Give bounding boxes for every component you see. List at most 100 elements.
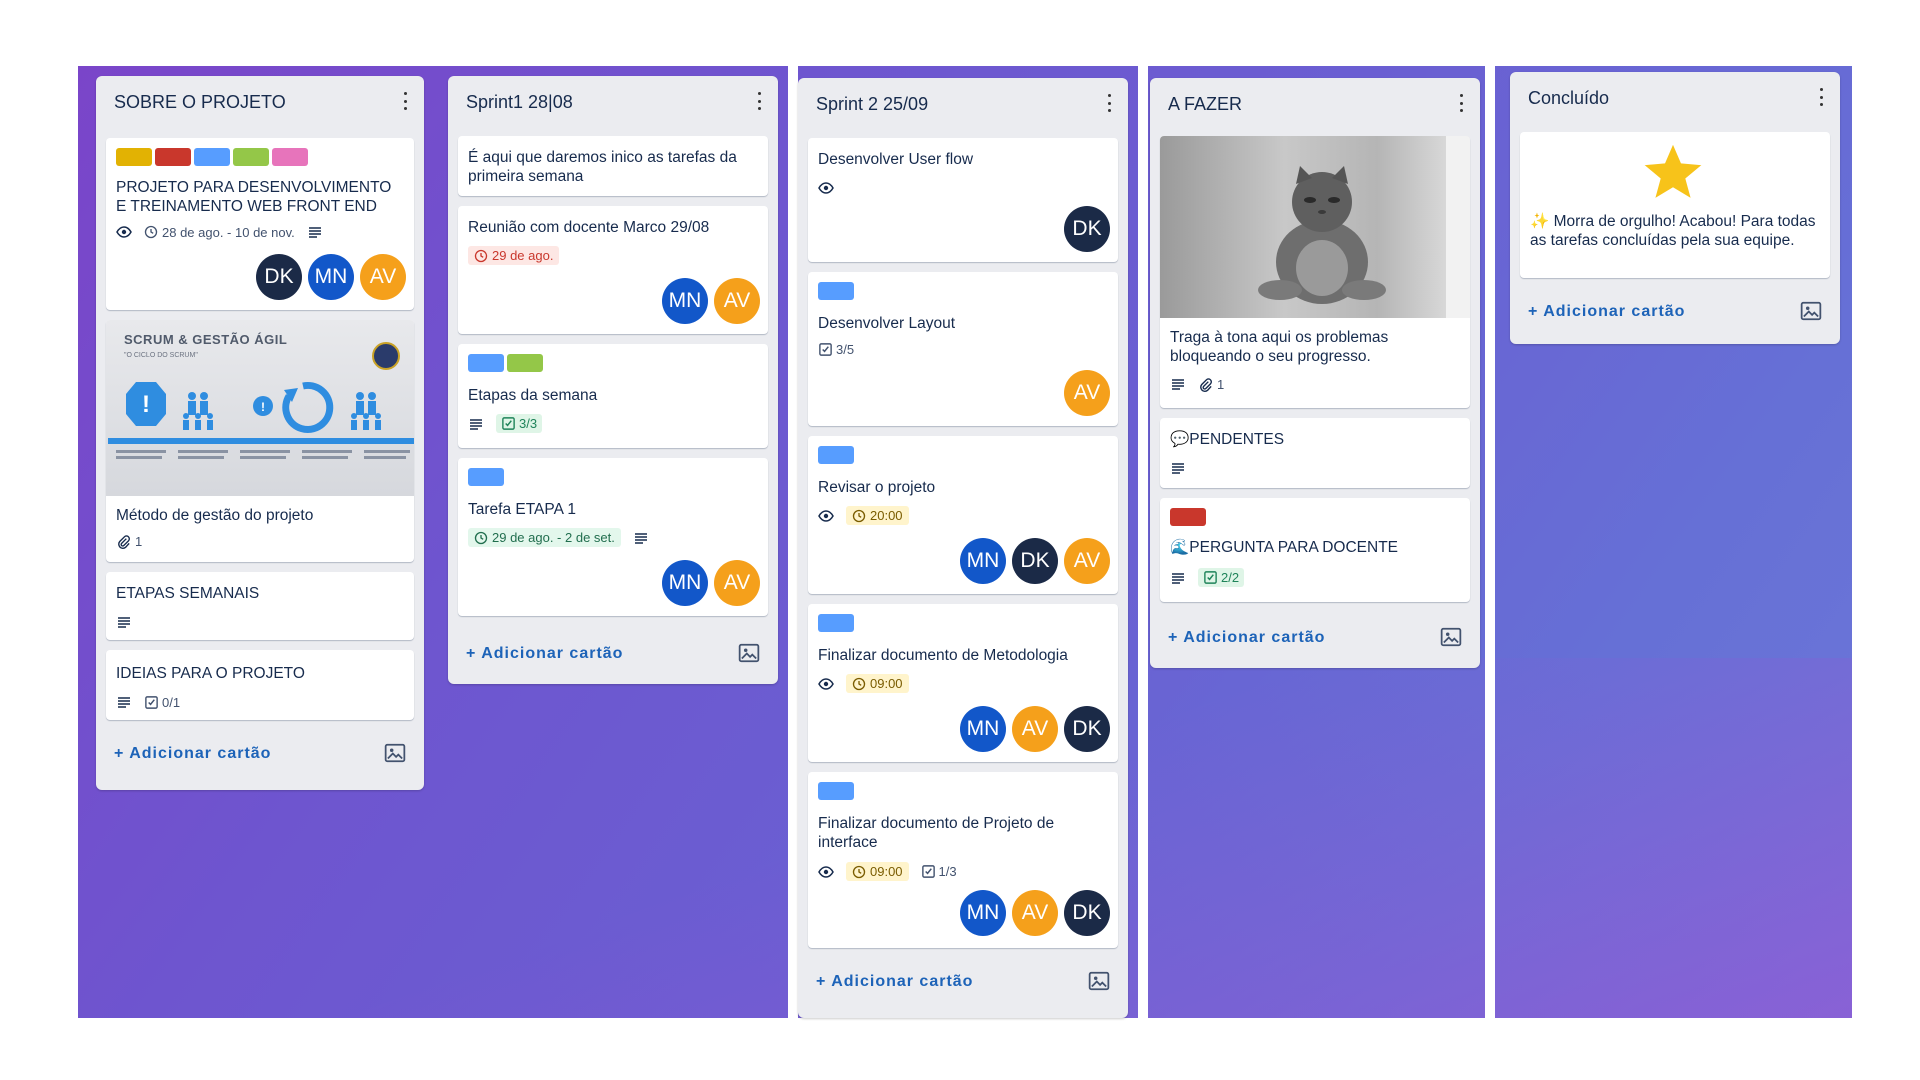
checklist-badge: 1/3 <box>921 864 957 879</box>
avatar[interactable]: AV <box>1012 706 1058 752</box>
list-title[interactable]: Concluído <box>1528 88 1609 109</box>
label-green[interactable] <box>233 148 269 166</box>
label-blue[interactable] <box>818 282 854 300</box>
label-blue[interactable] <box>468 468 504 486</box>
avatar[interactable]: AV <box>714 278 760 324</box>
image-template-icon[interactable] <box>738 642 760 664</box>
description-icon <box>1170 376 1186 392</box>
clock-icon <box>144 225 158 239</box>
card[interactable]: Reunião com docente Marco 29/08 29 de ag… <box>458 206 768 334</box>
due-date-badge[interactable]: 29 de ago. - 2 de set. <box>468 528 621 547</box>
card[interactable]: Etapas da semana 3/3 <box>458 344 768 448</box>
avatar[interactable]: DK <box>256 254 302 300</box>
list-title[interactable]: A FAZER <box>1168 94 1242 115</box>
label-red[interactable] <box>1170 508 1206 526</box>
three-dots-icon[interactable] <box>1814 86 1828 108</box>
avatar[interactable]: MN <box>960 538 1006 584</box>
svg-text:!: ! <box>261 400 265 414</box>
card[interactable]: É aqui que daremos inico as tarefas da p… <box>458 136 768 196</box>
avatar[interactable]: DK <box>1064 706 1110 752</box>
image-template-icon[interactable] <box>1800 300 1822 322</box>
avatar[interactable]: MN <box>308 254 354 300</box>
description-icon <box>1170 570 1186 586</box>
avatar[interactable]: AV <box>1012 890 1058 936</box>
avatar[interactable]: MN <box>960 706 1006 752</box>
card[interactable]: IDEIAS PARA O PROJETO 0/1 <box>106 650 414 720</box>
avatar[interactable]: MN <box>960 890 1006 936</box>
due-date-badge[interactable]: 09:00 <box>846 674 909 693</box>
avatar[interactable]: AV <box>714 560 760 606</box>
card[interactable]: 🌊PERGUNTA PARA DOCENTE 2/2 <box>1160 498 1470 602</box>
label-blue[interactable] <box>468 354 504 372</box>
label-blue[interactable] <box>194 148 230 166</box>
eye-icon <box>818 676 834 692</box>
card-title: Tarefa ETAPA 1 <box>468 501 576 518</box>
list-sobre-o-projeto: SOBRE O PROJETO PROJETO PARA DESENVOLVIM… <box>96 76 424 790</box>
eye-icon <box>818 180 834 196</box>
list-title[interactable]: Sprint1 28|08 <box>466 92 573 113</box>
card[interactable]: Finalizar documento de Projeto de interf… <box>808 772 1118 948</box>
card[interactable]: Finalizar documento de Metodologia 09:00… <box>808 604 1118 762</box>
svg-text:!: ! <box>142 391 150 418</box>
avatar[interactable]: AV <box>1064 538 1110 584</box>
label-pink[interactable] <box>272 148 308 166</box>
card[interactable]: Desenvolver Layout 3/5 AV <box>808 272 1118 426</box>
avatar[interactable]: AV <box>1064 370 1110 416</box>
avatar[interactable]: DK <box>1064 206 1110 252</box>
image-template-icon[interactable] <box>1440 626 1462 648</box>
card-title: Desenvolver User flow <box>818 151 974 168</box>
label-red[interactable] <box>155 148 191 166</box>
description-icon <box>116 694 132 710</box>
list-title[interactable]: SOBRE O PROJETO <box>114 92 286 113</box>
three-dots-icon[interactable] <box>752 90 766 112</box>
card[interactable]: ✨ Morra de orgulho! Acabou! Para todas a… <box>1520 132 1830 278</box>
add-card-button[interactable]: + Adicionar cartão <box>1528 303 1685 321</box>
card[interactable]: Tarefa ETAPA 1 29 de ago. - 2 de set. MN… <box>458 458 768 616</box>
card[interactable]: 💬PENDENTES <box>1160 418 1470 488</box>
avatar[interactable]: DK <box>1012 538 1058 584</box>
add-card-button[interactable]: + Adicionar cartão <box>1168 629 1325 647</box>
checklist-icon <box>501 416 516 431</box>
label-yellow[interactable] <box>116 148 152 166</box>
card-title: Etapas da semana <box>468 387 598 404</box>
card[interactable]: Revisar o projeto 20:00 MN DK AV <box>808 436 1118 594</box>
avatar[interactable]: AV <box>360 254 406 300</box>
due-date-text: 29 de ago. - 2 de set. <box>492 530 615 545</box>
avatar[interactable]: MN <box>662 560 708 606</box>
image-template-icon[interactable] <box>1088 970 1110 992</box>
label-blue[interactable] <box>818 446 854 464</box>
label-green[interactable] <box>507 354 543 372</box>
list-title[interactable]: Sprint 2 25/09 <box>816 94 928 115</box>
image-template-icon[interactable] <box>384 742 406 764</box>
checklist-icon <box>921 864 936 879</box>
card[interactable]: PROJETO PARA DESENVOLVIMENTO E TREINAMEN… <box>106 138 414 310</box>
card[interactable]: Desenvolver User flow DK <box>808 138 1118 262</box>
due-date-text: 28 de ago. - 10 de nov. <box>162 224 295 240</box>
three-dots-icon[interactable] <box>1454 92 1468 114</box>
card-title: ETAPAS SEMANAIS <box>116 585 260 602</box>
label-blue[interactable] <box>818 614 854 632</box>
paperclip-icon <box>1198 377 1213 392</box>
due-date-text: 20:00 <box>870 508 903 523</box>
card[interactable]: Traga à tona aqui os problemas bloqueand… <box>1160 136 1470 408</box>
card-title: Traga à tona aqui os problemas bloqueand… <box>1170 329 1389 365</box>
clock-icon <box>852 509 866 523</box>
due-date-badge[interactable]: 09:00 <box>846 862 909 881</box>
three-dots-icon[interactable] <box>398 90 412 112</box>
checklist-badge: 0/1 <box>144 695 180 710</box>
avatar[interactable]: DK <box>1064 890 1110 936</box>
due-date-badge[interactable]: 20:00 <box>846 506 909 525</box>
add-card-button[interactable]: + Adicionar cartão <box>466 645 623 663</box>
label-blue[interactable] <box>818 782 854 800</box>
description-icon <box>1170 460 1186 476</box>
three-dots-icon[interactable] <box>1102 92 1116 114</box>
due-date-badge[interactable]: 28 de ago. - 10 de nov. <box>144 225 295 240</box>
avatar[interactable]: MN <box>662 278 708 324</box>
add-card-button[interactable]: + Adicionar cartão <box>114 745 271 763</box>
card[interactable]: ETAPAS SEMANAIS <box>106 572 414 640</box>
checklist-badge: 3/3 <box>496 414 543 433</box>
due-date-badge[interactable]: 29 de ago. <box>468 246 560 265</box>
attachment-count: 1 <box>135 534 143 549</box>
add-card-button[interactable]: + Adicionar cartão <box>816 973 973 991</box>
card[interactable]: SCRUM & GESTÃO ÁGIL "O CICLO DO SCRUM" !… <box>106 320 414 562</box>
